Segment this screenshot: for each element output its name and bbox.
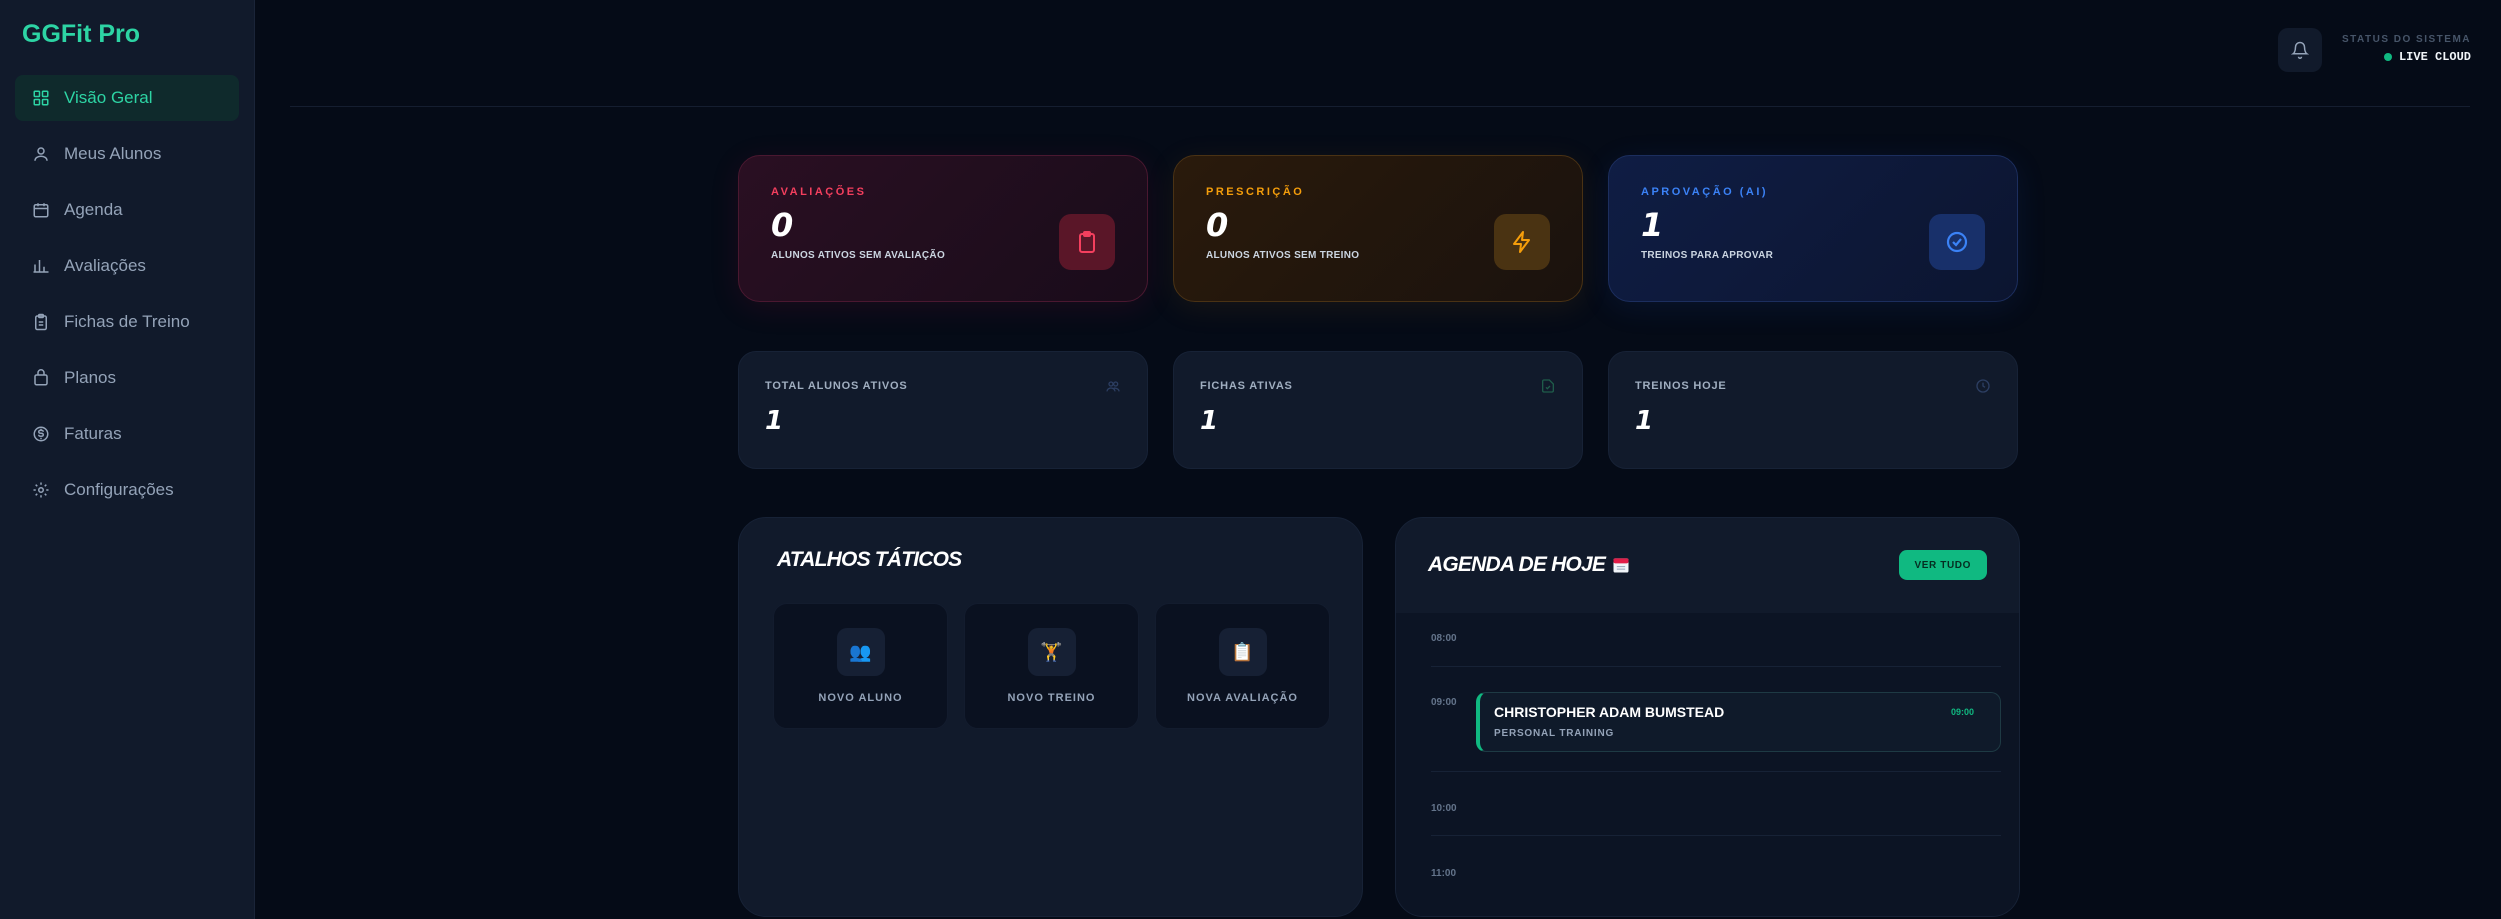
shortcut-novo-aluno[interactable]: 👥 NOVO ALUNO <box>773 603 948 729</box>
time-slot-label: 08:00 <box>1431 633 1457 644</box>
agenda-title: AGENDA DE HOJE <box>1428 553 1631 577</box>
notifications-button[interactable] <box>2278 28 2322 72</box>
users-icon <box>32 145 50 163</box>
status-value: LIVE CLOUD <box>2398 50 2471 64</box>
clipboard-icon <box>1059 214 1115 270</box>
lightning-icon <box>1494 214 1550 270</box>
stat-value: 1 <box>1635 406 1654 436</box>
event-time: 09:00 <box>1950 707 1974 717</box>
time-slot-label: 11:00 <box>1431 868 1457 879</box>
calendar-icon <box>1613 558 1629 573</box>
stat-title: FICHAS ATIVAS <box>1200 380 1293 392</box>
dumbbell-icon: 🏋 <box>1027 628 1076 676</box>
stat-title: TREINOS HOJE <box>1635 380 1727 392</box>
sidebar-item-label: Planos <box>64 368 116 387</box>
sidebar-item-configuracoes[interactable]: Configurações <box>15 467 239 513</box>
sidebar-item-label: Agenda <box>64 200 123 219</box>
stat-card-fichas-ativas: FICHAS ATIVAS 1 <box>1173 351 1583 469</box>
sidebar-item-fichas-de-treino[interactable]: Fichas de Treino <box>15 299 239 345</box>
agenda-header: AGENDA DE HOJE VER TUDO <box>1396 518 2019 613</box>
add-user-icon: 👥 <box>836 628 885 676</box>
check-circle-icon <box>1929 214 1985 270</box>
kpi-card-aprovacao-ai[interactable]: APROVAÇÃO (AI) 1 TREINOS PARA APROVAR <box>1608 155 2018 302</box>
clipboard-icon <box>32 313 50 331</box>
sidebar-item-label: Faturas <box>64 424 122 443</box>
sidebar-item-label: Avaliações <box>64 256 146 275</box>
stat-value: 1 <box>1200 406 1219 436</box>
timeline-divider <box>1431 666 2001 667</box>
kpi-title: APROVAÇÃO (AI) <box>1641 186 1769 198</box>
shortcut-label: NOVO TREINO <box>1007 692 1096 704</box>
event-student-name: CHRISTOPHER ADAM BUMSTEAD <box>1494 704 1725 720</box>
sidebar-item-label: Fichas de Treino <box>64 312 190 331</box>
package-icon <box>32 369 50 387</box>
calendar-icon <box>32 201 50 219</box>
sidebar-item-label: Configurações <box>64 480 174 499</box>
grid-icon <box>32 89 50 107</box>
sidebar-item-planos[interactable]: Planos <box>15 355 239 401</box>
dollar-icon <box>32 425 50 443</box>
sidebar: GGFit Pro Visão Geral Meus Alunos Agenda… <box>0 0 255 919</box>
status-indicator: LIVE CLOUD <box>2383 50 2471 64</box>
sidebar-item-avaliacoes[interactable]: Avaliações <box>15 243 239 289</box>
sidebar-item-meus-alunos[interactable]: Meus Alunos <box>15 131 239 177</box>
time-slot-label: 10:00 <box>1431 803 1457 814</box>
sidebar-item-agenda[interactable]: Agenda <box>15 187 239 233</box>
stat-card-total-alunos: TOTAL ALUNOS ATIVOS 1 <box>738 351 1148 469</box>
shortcut-novo-treino[interactable]: 🏋 NOVO TREINO <box>964 603 1139 729</box>
agenda-event[interactable]: CHRISTOPHER ADAM BUMSTEAD PERSONAL TRAIN… <box>1476 692 2001 752</box>
bell-icon <box>2291 41 2309 59</box>
agenda-panel: AGENDA DE HOJE VER TUDO 08:00 09:00 CHRI… <box>1395 517 2020 917</box>
sidebar-nav: Visão Geral Meus Alunos Agenda Avaliaçõe… <box>15 75 239 523</box>
status-dot-icon <box>2383 53 2392 61</box>
stat-card-treinos-hoje: TREINOS HOJE 1 <box>1608 351 2018 469</box>
sidebar-item-faturas[interactable]: Faturas <box>15 411 239 457</box>
shortcuts-panel: ATALHOS TÁTICOS 👥 NOVO ALUNO 🏋 NOVO TREI… <box>738 517 1363 917</box>
stat-title: TOTAL ALUNOS ATIVOS <box>765 380 908 392</box>
status-title: STATUS DO SISTEMA <box>2341 34 2471 45</box>
sidebar-item-visao-geral[interactable]: Visão Geral <box>15 75 239 121</box>
event-type: PERSONAL TRAINING <box>1494 728 1615 739</box>
time-slot-label: 09:00 <box>1431 697 1457 708</box>
kpi-title: PRESCRIÇÃO <box>1206 186 1305 198</box>
agenda-title-text: AGENDA DE HOJE <box>1428 553 1606 576</box>
view-all-button[interactable]: VER TUDO <box>1898 550 1987 580</box>
clock-icon <box>1976 379 1990 393</box>
agenda-timeline: 08:00 09:00 CHRISTOPHER ADAM BUMSTEAD PE… <box>1396 613 2019 916</box>
gear-icon <box>32 481 50 499</box>
sidebar-item-label: Visão Geral <box>64 88 153 107</box>
kpi-card-prescricao[interactable]: PRESCRIÇÃO 0 ALUNOS ATIVOS SEM TREINO <box>1173 155 1583 302</box>
timeline-divider <box>1431 835 2001 836</box>
header-divider <box>290 106 2470 107</box>
stat-value: 1 <box>765 406 784 436</box>
shortcut-nova-avaliacao[interactable]: 📋 NOVA AVALIAÇÃO <box>1155 603 1330 729</box>
shortcut-label: NOVA AVALIAÇÃO <box>1187 692 1298 704</box>
file-check-icon <box>1542 379 1554 393</box>
users-icon <box>1106 381 1120 392</box>
kpi-title: AVALIAÇÕES <box>771 186 867 198</box>
clipboard-icon: 📋 <box>1218 628 1267 676</box>
timeline-divider <box>1431 771 2001 772</box>
brand-logo[interactable]: GGFit Pro <box>22 20 140 49</box>
kpi-card-avaliacoes[interactable]: AVALIAÇÕES 0 ALUNOS ATIVOS SEM AVALIAÇÃO <box>738 155 1148 302</box>
shortcut-label: NOVO ALUNO <box>818 692 903 704</box>
bar-chart-icon <box>32 257 50 275</box>
shortcuts-title: ATALHOS TÁTICOS <box>777 548 962 571</box>
sidebar-item-label: Meus Alunos <box>64 144 162 163</box>
